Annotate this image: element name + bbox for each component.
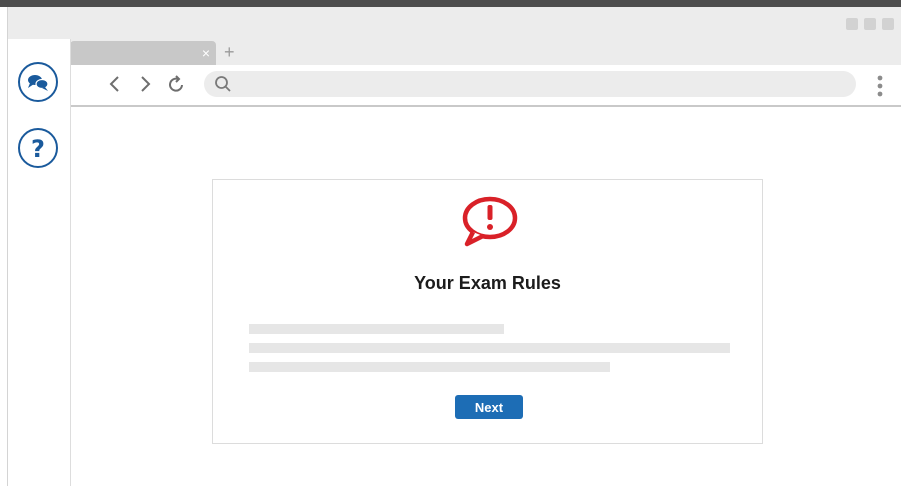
new-tab-button[interactable]: + [224, 41, 235, 63]
dialog-title: Your Exam Rules [414, 273, 561, 293]
chevron-left-icon[interactable] [104, 73, 126, 95]
minimize-button[interactable] [846, 18, 858, 30]
maximize-button[interactable] [864, 18, 876, 30]
browser-tab[interactable]: × [70, 41, 216, 65]
text-placeholder-line [249, 343, 730, 353]
kebab-menu-icon[interactable] [876, 74, 884, 98]
browser-window: × + ? Your Exam Rules Next [7, 7, 901, 486]
close-window-button[interactable] [882, 18, 894, 30]
address-bar[interactable] [204, 71, 856, 97]
sidebar-chat-button[interactable] [18, 62, 58, 102]
top-frame-bar [0, 0, 901, 7]
svg-text:?: ? [31, 135, 45, 163]
sidebar: ? [8, 39, 71, 486]
browser-toolbar [70, 65, 901, 107]
help-icon: ? [31, 135, 45, 163]
next-button[interactable]: Next [455, 395, 523, 419]
chat-bubbles-icon [28, 75, 49, 91]
chevron-right-icon[interactable] [134, 73, 156, 95]
sidebar-help-button[interactable]: ? [18, 128, 58, 168]
tab-strip: × + [70, 39, 901, 65]
title-bar [8, 7, 901, 39]
close-tab-icon[interactable]: × [202, 44, 210, 62]
text-placeholder-line [249, 362, 610, 372]
search-icon [215, 76, 231, 92]
reload-icon[interactable] [166, 73, 188, 95]
text-placeholder-line [249, 324, 504, 334]
exam-rules-dialog: Your Exam Rules Next [212, 179, 763, 444]
alert-speech-bubble-icon [462, 196, 518, 247]
